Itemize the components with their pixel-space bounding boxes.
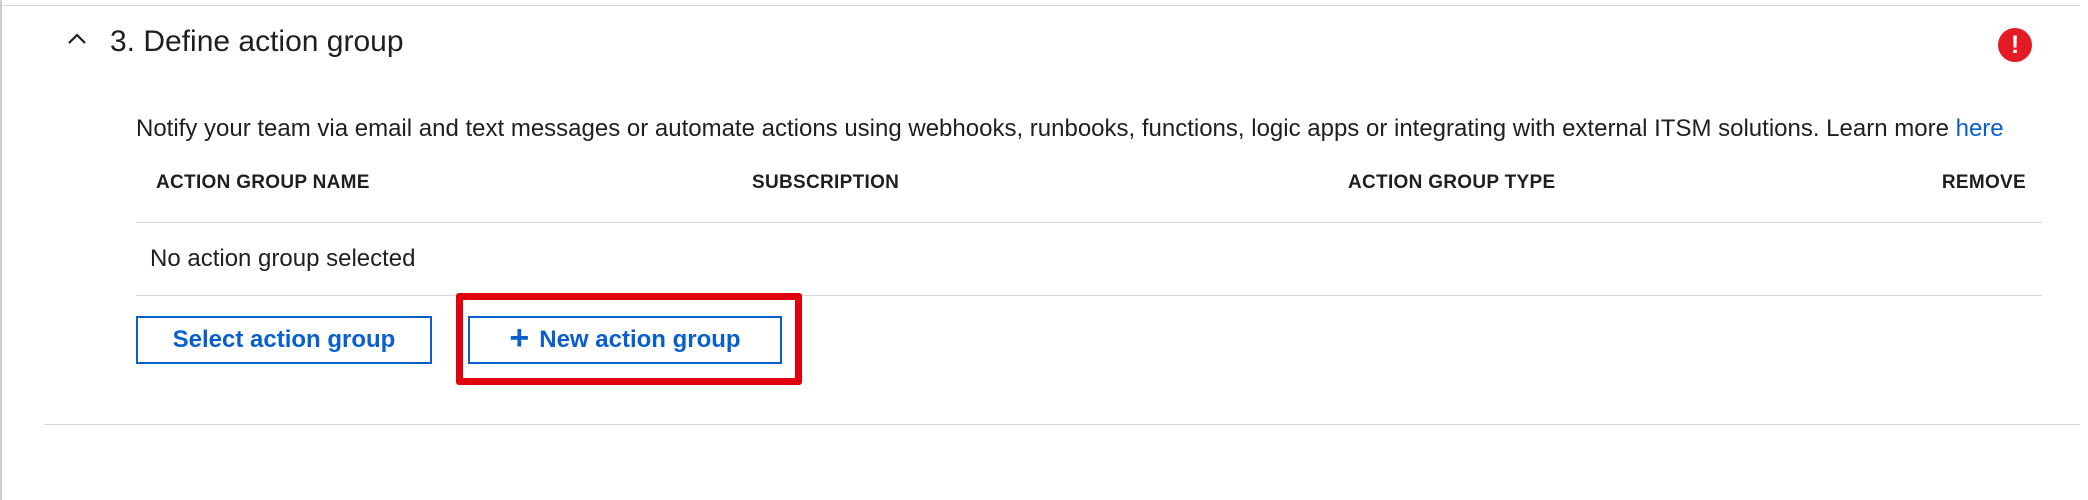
table-row-empty: No action group selected bbox=[136, 223, 2042, 296]
description-text: Notify your team via email and text mess… bbox=[136, 115, 1949, 142]
alert-rule-page: 3. Define action group ! Notify your tea… bbox=[0, 0, 2088, 500]
plus-icon: + bbox=[509, 319, 530, 357]
column-header-remove: REMOVE bbox=[1941, 172, 2026, 193]
column-header-action-group-type: ACTION GROUP TYPE bbox=[1348, 172, 1556, 193]
column-header-action-group-name: ACTION GROUP NAME bbox=[156, 172, 370, 193]
section-divider-top bbox=[2, 5, 2080, 6]
new-action-group-button[interactable]: + New action group bbox=[468, 316, 782, 364]
select-action-group-button[interactable]: Select action group bbox=[136, 316, 432, 364]
empty-state-text: No action group selected bbox=[150, 245, 416, 272]
error-icon: ! bbox=[1998, 28, 2032, 62]
column-header-subscription: SUBSCRIPTION bbox=[752, 172, 900, 193]
action-group-table-header: ACTION GROUP NAME SUBSCRIPTION ACTION GR… bbox=[136, 164, 2042, 223]
chevron-up-icon[interactable] bbox=[66, 28, 88, 50]
section-title: 3. Define action group bbox=[110, 25, 404, 58]
section-description: Notify your team via email and text mess… bbox=[136, 112, 2004, 146]
section-divider-bottom bbox=[44, 424, 2080, 425]
new-action-group-label: New action group bbox=[539, 326, 741, 353]
learn-more-link[interactable]: here bbox=[1956, 115, 2004, 142]
